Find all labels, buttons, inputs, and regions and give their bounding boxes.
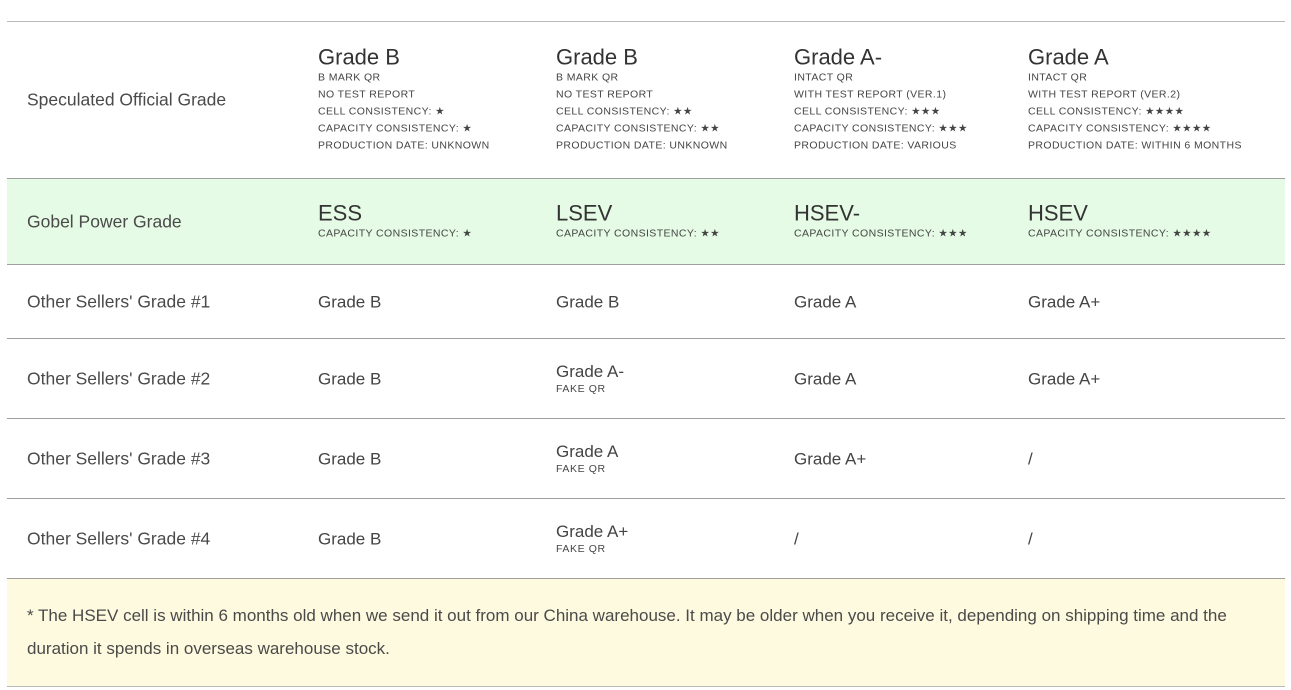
grade-detail: CAPACITY CONSISTENCY: ★★ — [556, 227, 720, 239]
grade-cell: Grade A — [794, 368, 856, 389]
official-grade-cell: Grade B B MARK QR NO TEST REPORT CELL CO… — [556, 44, 728, 155]
grade-detail: CELL CONSISTENCY: ★★ — [556, 105, 693, 118]
official-grade-cell: Grade A- INTACT QR WITH TEST REPORT (VER… — [794, 44, 968, 155]
row-label: Gobel Power Grade — [27, 211, 182, 231]
fake-qr-tag: FAKE QR — [556, 542, 606, 555]
grade-value: / — [1028, 529, 1033, 548]
grade-value: Grade B — [318, 292, 382, 311]
gobel-grade-cell: LSEV CAPACITY CONSISTENCY: ★★ — [556, 201, 720, 242]
grade-value: Grade B — [318, 369, 382, 388]
grade-title: LSEV — [556, 200, 613, 225]
grade-value: Grade A+ — [1028, 369, 1101, 388]
grade-value: / — [794, 529, 799, 548]
table-row-other-sellers-4: Other Sellers' Grade #4 Grade B Grade A+… — [7, 499, 1285, 579]
grade-detail: PRODUCTION DATE: VARIOUS — [794, 139, 957, 152]
grade-title: Grade A — [1028, 44, 1109, 70]
grade-cell: Grade A+ — [1028, 291, 1100, 312]
grade-detail: NO TEST REPORT — [556, 88, 654, 101]
grade-detail: CAPACITY CONSISTENCY: ★★ — [556, 122, 720, 135]
grade-detail: B MARK QR — [318, 71, 381, 84]
grade-title: Grade A- — [794, 44, 883, 70]
grade-value: Grade A+ — [794, 449, 867, 468]
fake-qr-tag: FAKE QR — [556, 462, 606, 475]
footnote-text: * The HSEV cell is within 6 months old w… — [27, 606, 1227, 658]
grade-value: Grade A+ — [556, 521, 629, 541]
grade-cell: Grade A+ FAKE QR — [556, 521, 628, 557]
footnote-row: * The HSEV cell is within 6 months old w… — [7, 579, 1285, 687]
official-grade-cell: Grade A INTACT QR WITH TEST REPORT (VER.… — [1028, 44, 1242, 155]
grade-detail: CAPACITY CONSISTENCY: ★ — [318, 227, 473, 239]
table-row-other-sellers-1: Other Sellers' Grade #1 Grade B Grade B … — [7, 265, 1285, 339]
grade-cell: Grade A — [794, 291, 856, 312]
grade-detail: CAPACITY CONSISTENCY: ★ — [318, 122, 473, 135]
fake-qr-tag: FAKE QR — [556, 382, 606, 395]
row-label: Other Sellers' Grade #2 — [27, 368, 211, 388]
row-label: Other Sellers' Grade #4 — [27, 528, 211, 548]
grade-cell: Grade B — [556, 291, 619, 312]
grade-detail: CELL CONSISTENCY: ★★★ — [794, 105, 941, 118]
grade-cell: Grade B — [318, 291, 381, 312]
grade-detail: CELL CONSISTENCY: ★★★★ — [1028, 105, 1185, 118]
grade-detail: CAPACITY CONSISTENCY: ★★★★ — [1028, 122, 1212, 135]
grade-detail: PRODUCTION DATE: UNKNOWN — [556, 139, 728, 152]
gobel-grade-cell: HSEV CAPACITY CONSISTENCY: ★★★★ — [1028, 201, 1212, 242]
grade-detail: INTACT QR — [1028, 71, 1088, 84]
grade-title: ESS — [318, 200, 363, 225]
grade-detail: CAPACITY CONSISTENCY: ★★★ — [794, 122, 968, 135]
grade-cell: Grade A- FAKE QR — [556, 361, 624, 397]
row-label: Speculated Official Grade — [27, 89, 227, 110]
grade-cell: / — [794, 528, 799, 549]
grade-detail: CAPACITY CONSISTENCY: ★★★★ — [1028, 227, 1212, 239]
grade-comparison-table: Speculated Official Grade Grade B B MARK… — [7, 21, 1285, 687]
grade-title: Grade B — [318, 44, 400, 70]
row-label: Other Sellers' Grade #3 — [27, 448, 211, 468]
grade-cell: Grade A+ — [1028, 368, 1100, 389]
grade-cell: / — [1028, 528, 1033, 549]
grade-title: HSEV — [1028, 200, 1088, 225]
table-row-official-grade: Speculated Official Grade Grade B B MARK… — [7, 22, 1285, 179]
grade-cell: Grade A FAKE QR — [556, 441, 618, 477]
table-row-other-sellers-2: Other Sellers' Grade #2 Grade B Grade A-… — [7, 339, 1285, 419]
grade-detail: PRODUCTION DATE: UNKNOWN — [318, 139, 490, 152]
grade-value: Grade B — [556, 292, 620, 311]
table-row-gobel-power-grade: Gobel Power Grade ESS CAPACITY CONSISTEN… — [7, 179, 1285, 265]
grade-value: Grade A — [794, 292, 857, 311]
gobel-grade-cell: ESS CAPACITY CONSISTENCY: ★ — [318, 201, 472, 242]
grade-title: Grade B — [556, 44, 638, 70]
official-grade-cell: Grade B B MARK QR NO TEST REPORT CELL CO… — [318, 44, 490, 155]
grade-detail: B MARK QR — [556, 71, 619, 84]
grade-detail: WITH TEST REPORT (VER.2) — [1028, 88, 1181, 101]
grade-detail: INTACT QR — [794, 71, 854, 84]
table-row-other-sellers-3: Other Sellers' Grade #3 Grade B Grade A … — [7, 419, 1285, 499]
grade-value: / — [1028, 449, 1033, 468]
row-label: Other Sellers' Grade #1 — [27, 291, 211, 311]
grade-cell: / — [1028, 448, 1033, 469]
grade-detail: WITH TEST REPORT (VER.1) — [794, 88, 947, 101]
gobel-grade-cell: HSEV- CAPACITY CONSISTENCY: ★★★ — [794, 201, 968, 242]
grade-cell: Grade A+ — [794, 448, 866, 469]
grade-cell: Grade B — [318, 448, 381, 469]
grade-title: HSEV- — [794, 200, 861, 225]
grade-detail: CAPACITY CONSISTENCY: ★★★ — [794, 227, 968, 239]
grade-detail: CELL CONSISTENCY: ★ — [318, 105, 445, 118]
grade-detail: NO TEST REPORT — [318, 88, 416, 101]
grade-value: Grade A+ — [1028, 292, 1101, 311]
grade-value: Grade B — [318, 529, 382, 548]
grade-detail: PRODUCTION DATE: WITHIN 6 MONTHS — [1028, 139, 1242, 152]
grade-value: Grade A- — [556, 361, 625, 381]
grade-value: Grade A — [556, 441, 619, 461]
grade-value: Grade B — [318, 449, 382, 468]
grade-cell: Grade B — [318, 368, 381, 389]
grade-cell: Grade B — [318, 528, 381, 549]
grade-value: Grade A — [794, 369, 857, 388]
